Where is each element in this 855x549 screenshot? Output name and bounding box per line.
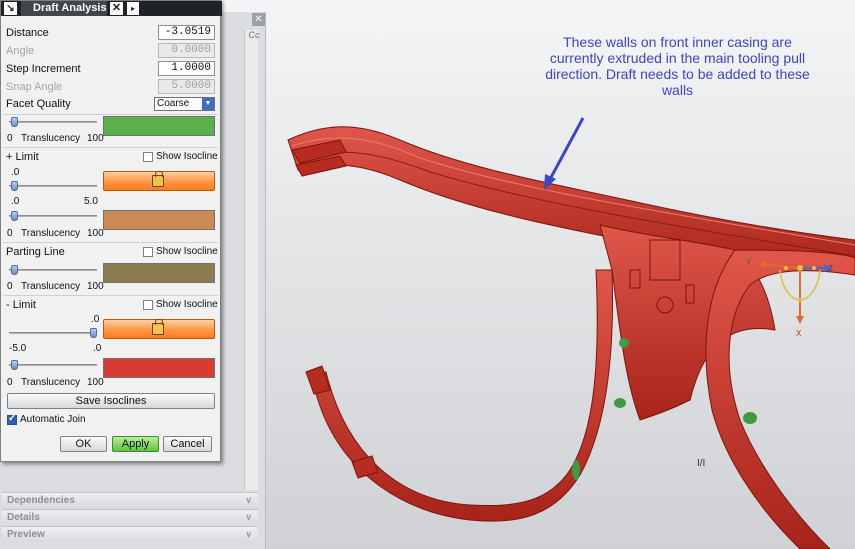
- next-arrow-icon[interactable]: ▸: [127, 2, 139, 15]
- navigator-header-fragment: Cc: [248, 30, 260, 40]
- snap-angle-label: Snap Angle: [6, 81, 63, 93]
- plus-limit-color-button[interactable]: [103, 171, 215, 191]
- chevron-down-icon: ∨: [245, 495, 252, 505]
- save-isoclines-button[interactable]: Save Isoclines: [7, 393, 215, 409]
- angle-label: Angle: [6, 45, 35, 57]
- minus-limit-color-button[interactable]: [103, 319, 215, 339]
- plus-limit-label: + Limit: [6, 151, 39, 163]
- plus-translucency-slider[interactable]: [9, 211, 97, 221]
- minus-limit-label: - Limit: [6, 299, 36, 311]
- translucency-slider[interactable]: [9, 117, 97, 127]
- draft-analysis-dialog: ↘ Draft Analysis ✕ ▸ Distance -3.0519 An…: [0, 0, 222, 462]
- dialog-titlebar[interactable]: ↘ Draft Analysis ✕ ▸: [1, 1, 222, 16]
- parting-line-label: Parting Line: [6, 246, 65, 258]
- plus-show-isocline-checkbox[interactable]: [143, 152, 153, 162]
- axis-y-label: Y: [746, 258, 752, 267]
- automatic-join-checkbox[interactable]: [7, 413, 17, 425]
- dialog-title: Draft Analysis: [21, 1, 107, 16]
- dialog-menu-icon[interactable]: ↘: [4, 2, 17, 15]
- slider-thumb[interactable]: [11, 117, 18, 127]
- annotation-text: These walls on front inner casing are cu…: [545, 34, 810, 98]
- section-preview[interactable]: Preview ∨: [2, 526, 258, 542]
- plus-band-color-swatch[interactable]: [103, 210, 215, 230]
- automatic-join-label: Automatic Join: [20, 414, 86, 425]
- plus-limit-slider[interactable]: [9, 181, 97, 191]
- parting-translucency-slider[interactable]: [9, 265, 97, 275]
- navigator-scrollbar[interactable]: [244, 30, 258, 490]
- facet-quality-label: Facet Quality: [6, 98, 71, 110]
- distance-label: Distance: [6, 27, 49, 39]
- chevron-down-icon[interactable]: ▼: [202, 98, 214, 110]
- minus-translucency-slider[interactable]: [9, 360, 97, 370]
- step-increment-input[interactable]: 1.0000: [158, 61, 215, 76]
- navigator-close-icon[interactable]: ✕: [252, 13, 265, 26]
- frame-left-rim[interactable]: [309, 269, 614, 522]
- section-details[interactable]: Details ∨: [2, 509, 258, 525]
- lock-icon: [152, 171, 164, 187]
- minus-band-color-swatch[interactable]: [103, 358, 215, 378]
- step-increment-label: Step Increment: [6, 63, 81, 75]
- section-dependencies[interactable]: Dependencies ∨: [2, 492, 258, 508]
- axis-z-label: Z: [828, 264, 833, 273]
- parting-show-isocline-checkbox[interactable]: [143, 247, 153, 257]
- chevron-down-icon: ∨: [245, 512, 252, 522]
- parting-line-color-swatch[interactable]: [103, 263, 215, 283]
- axis-x-label: X: [796, 329, 802, 338]
- snap-angle-input: 5.0000: [158, 79, 215, 94]
- distance-input[interactable]: -3.0519: [158, 25, 215, 40]
- angle-input: 0.0000: [158, 43, 215, 58]
- apply-button[interactable]: Apply: [112, 436, 159, 452]
- chevron-down-icon: ∨: [245, 529, 252, 539]
- cancel-button[interactable]: Cancel: [163, 436, 212, 452]
- translucency-color-swatch[interactable]: [103, 116, 215, 136]
- facet-quality-select[interactable]: Coarse ▼: [154, 97, 215, 111]
- minus-show-isocline-checkbox[interactable]: [143, 300, 153, 310]
- translucency-label: Translucency: [21, 133, 81, 144]
- isometric-marker: I/I: [697, 458, 706, 469]
- close-icon[interactable]: ✕: [110, 2, 123, 15]
- minus-limit-slider[interactable]: [9, 328, 97, 338]
- lock-icon: [152, 319, 164, 335]
- ok-button[interactable]: OK: [60, 436, 107, 452]
